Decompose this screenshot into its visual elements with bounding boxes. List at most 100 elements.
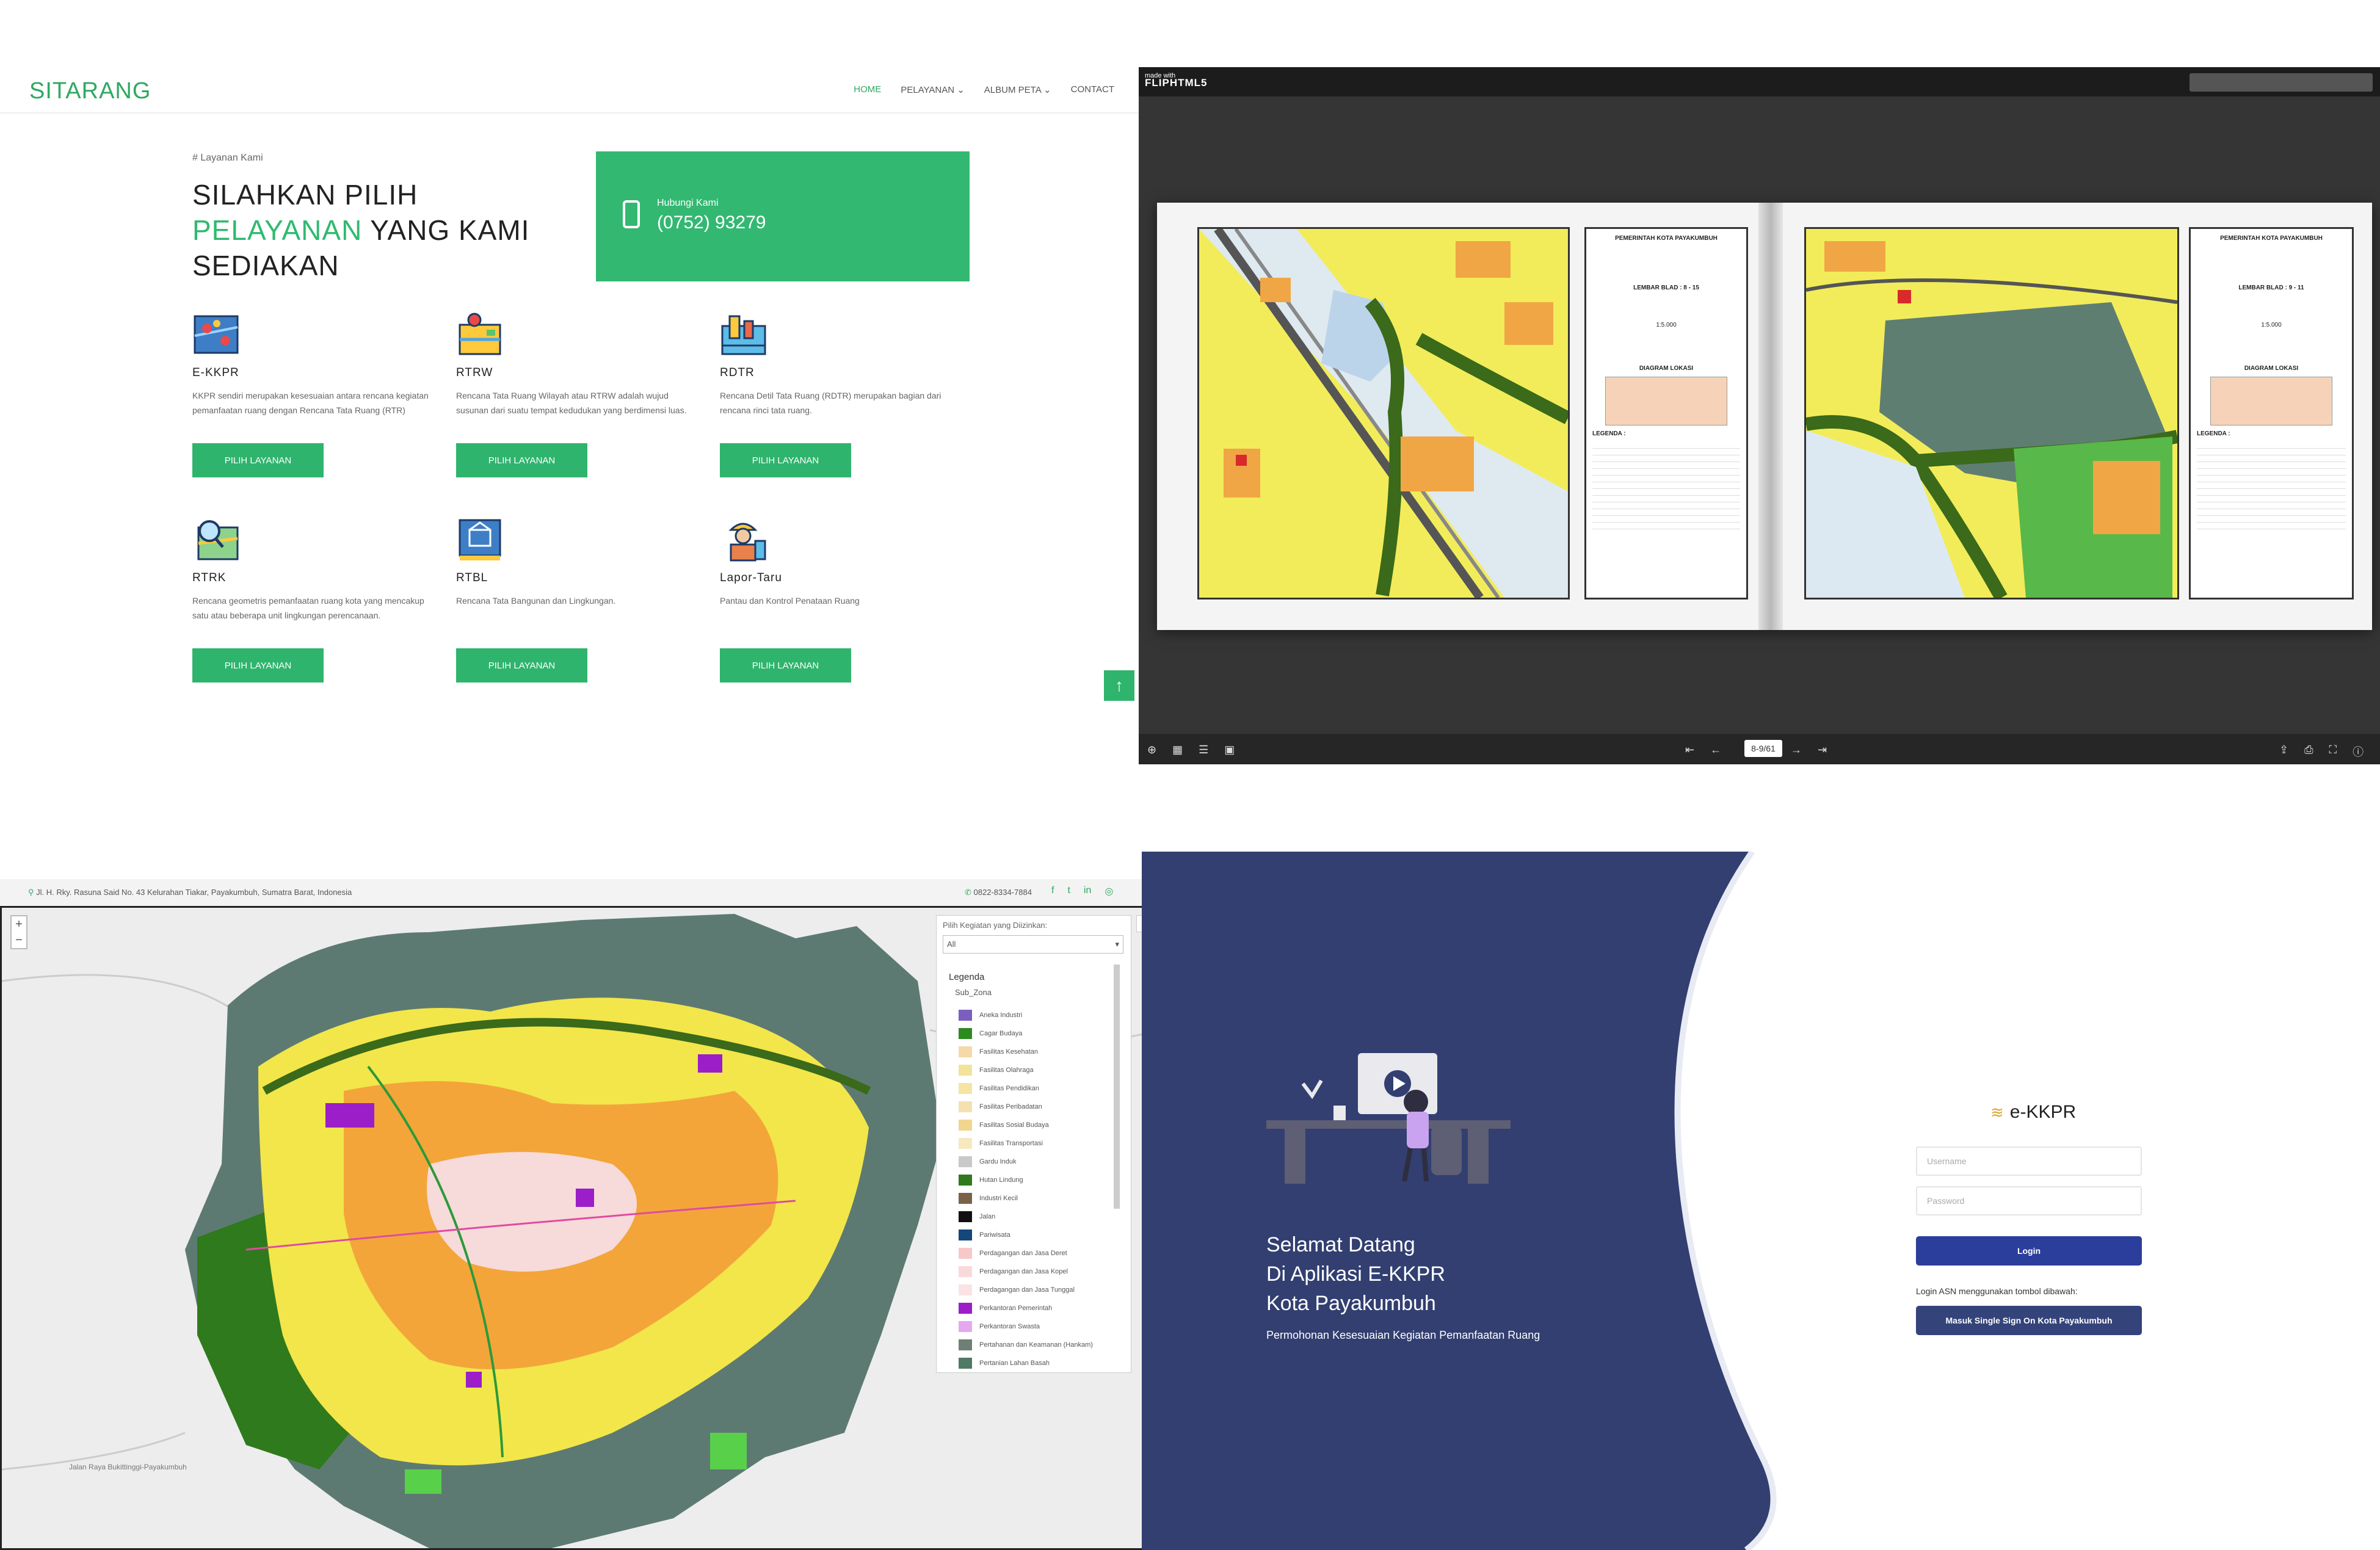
zoom-in-icon[interactable]: ⊕ [1147,744,1156,756]
headline-part-1: SILAHKAN PILIH [192,179,418,211]
fullscreen-icon[interactable]: ⛶ [2329,744,2337,759]
headline-part-2: YANG KAMI [362,214,530,246]
service-card-rdtr: RDTR Rencana Detil Tata Ruang (RDTR) mer… [720,311,964,477]
welcome-line-2: Di Aplikasi E-KKPR [1266,1262,1445,1286]
facebook-icon[interactable]: f [1051,885,1054,897]
service-desc: KKPR sendiri merupakan kesesuaian antara… [192,391,429,415]
legend-swatch [959,1321,972,1332]
next-page-icon[interactable]: → [1791,744,1802,756]
last-page-icon[interactable]: ⇥ [1818,744,1827,756]
headline-highlight: PELAYANAN [192,214,363,246]
main-menu: HOME PELAYANAN ⌄ ALBUM PETA ⌄ CONTACT [854,84,1114,95]
menu-album-peta[interactable]: ALBUM PETA ⌄ [984,84,1051,95]
menu-pelayanan[interactable]: PELAYANAN ⌄ [901,84,965,95]
pilih-layanan-button[interactable]: PILIH LAYANAN [456,443,587,477]
legend-swatch [959,1303,972,1314]
left-legend-label: LEGENDA : [1592,430,1626,437]
fliphtml5-logo[interactable]: made with FLIPHTML5 [1145,72,1208,88]
legend-label: Perdagangan dan Jasa Deret [979,1250,1067,1257]
service-card-rtbl: RTBL Rencana Tata Bangunan dan Lingkunga… [456,516,700,683]
contact-label: Hubungi Kami [657,198,719,208]
legend-label: Fasilitas Kesehatan [979,1048,1038,1056]
zoom-in-button[interactable]: + [12,916,26,932]
menu-home[interactable]: HOME [854,84,881,95]
legend-item: Cagar Budaya [959,1024,1093,1043]
legend-item: Perdagangan dan Jasa Tunggal [959,1281,1093,1299]
open-book[interactable]: PEMERINTAH KOTA PAYAKUMBUH LEMBAR BLAD :… [1157,203,2372,630]
legend-scrollbar[interactable] [1114,965,1120,1209]
service-name: RDTR [720,366,755,379]
contact-card[interactable]: Hubungi Kami (0752) 93279 [596,151,970,281]
username-field[interactable]: Username [1916,1146,2142,1176]
instagram-icon[interactable]: ◎ [1105,885,1113,897]
flipbook-topbar: made with FLIPHTML5 [1139,67,2380,96]
search-input[interactable] [2190,73,2373,92]
twitter-icon[interactable]: t [1067,885,1070,897]
legend-item: Fasilitas Transportasi [959,1134,1093,1153]
legend-item: Industri Kecil [959,1189,1093,1208]
service-desc: Rencana Tata Bangunan dan Lingkungan. [456,596,616,606]
left-inset-label: DIAGRAM LOKASI [1639,365,1694,372]
share-icon[interactable]: ⇪ [2279,744,2288,759]
phone-value: 0822-8334-7884 [973,888,1032,897]
legend-swatch [959,1028,972,1039]
pilih-layanan-button[interactable]: PILIH LAYANAN [720,443,851,477]
pilih-layanan-button[interactable]: PILIH LAYANAN [192,443,324,477]
legend-item: Pariwisata [959,1226,1093,1244]
legend-label: Fasilitas Olahraga [979,1067,1034,1074]
flipbook-toolbar: ⊕ ▦ ☰ ▣ ⇤ ← 8-9/61 → ⇥ ⇪ ⎙ ⛶ ⓘ [1139,734,2380,764]
zoom-out-button[interactable]: − [12,932,26,948]
back-to-top-button[interactable]: ↑ [1104,670,1134,701]
linkedin-icon[interactable]: in [1084,885,1091,897]
pilih-layanan-button[interactable]: PILIH LAYANAN [456,648,587,683]
sso-login-button[interactable]: Masuk Single Sign On Kota Payakumbuh [1916,1306,2142,1335]
right-inset-label: DIAGRAM LOKASI [2244,365,2299,372]
right-page-map [1804,227,2179,599]
legend-item: Fasilitas Pendidikan [959,1079,1093,1098]
phone-icon [623,200,640,228]
brand-logo[interactable]: SITARANG [29,78,151,104]
map-pins-icon [192,311,241,358]
legend-item: Pertanian Lahan Basah [959,1354,1093,1372]
legend-label: Cagar Budaya [979,1030,1023,1037]
password-field[interactable]: Password [1916,1186,2142,1215]
app-logo: ≋ e-KKPR [1990,1102,2076,1123]
zoom-control: + − [10,915,27,949]
workspace-illustration [1266,1053,1523,1203]
legend-item: Pertahanan dan Keamanan (Hankam) [959,1336,1093,1354]
bookmark-icon[interactable]: ▣ [1224,744,1235,756]
flipbook-viewer: made with FLIPHTML5 PEMERINTAH KOTA PAYA… [1139,67,2380,764]
road-label: Jalan Raya Bukittinggi-Payakumbuh [69,1463,187,1471]
zoning-map[interactable]: Jalan Raya Bukittinggi-Payakumbuh + − Pi… [0,906,1163,1550]
service-card-ekkpr: E-KKPR KKPR sendiri merupakan kesesuaian… [192,311,437,477]
legend-label: Hutan Lindung [979,1176,1023,1184]
filter-label: Pilih Kegiatan yang Diizinkan: [943,921,1048,930]
info-icon[interactable]: ⓘ [2353,744,2364,759]
ekkpr-login-panel: Selamat Datang Di Aplikasi E-KKPR Kota P… [1142,852,2380,1550]
toolbar-nav-icons-left: ⇤ ← [1685,744,1721,756]
activity-filter-select[interactable]: All ▾ [943,935,1123,954]
legend-item: Perkantoran Pemerintah [959,1299,1093,1317]
print-icon[interactable]: ⎙ [2304,744,2313,759]
right-page-title: PEMERINTAH KOTA PAYAKUMBUH [2220,235,2323,242]
previous-page-icon[interactable]: ← [1710,744,1721,756]
book-spine [1758,203,1783,630]
menu-contact[interactable]: CONTACT [1071,84,1114,95]
table-of-contents-icon[interactable]: ☰ [1199,744,1208,756]
legend-swatch [959,1046,972,1057]
legend-swatch [959,1284,972,1295]
legend-item: Gardu Induk [959,1153,1093,1171]
phone-icon: ✆ [965,888,974,897]
service-desc: Rencana geometris pemanfaatan ruang kota… [192,596,424,620]
page-indicator[interactable]: 8-9/61 [1744,740,1782,757]
first-page-icon[interactable]: ⇤ [1685,744,1694,756]
pilih-layanan-button[interactable]: PILIH LAYANAN [192,648,324,683]
service-desc: Rencana Detil Tata Ruang (RDTR) merupaka… [720,391,941,415]
thumbnails-icon[interactable]: ▦ [1172,744,1183,756]
login-button[interactable]: Login [1916,1236,2142,1266]
service-name: Lapor-Taru [720,571,782,584]
pilih-layanan-button[interactable]: PILIH LAYANAN [720,648,851,683]
legend-label: Perdagangan dan Jasa Kopel [979,1268,1068,1275]
top-navbar: SITARANG HOME PELAYANAN ⌄ ALBUM PETA ⌄ C… [0,67,1139,114]
toolbar-right-icons: ⇪ ⎙ ⛶ ⓘ [2279,744,2364,759]
